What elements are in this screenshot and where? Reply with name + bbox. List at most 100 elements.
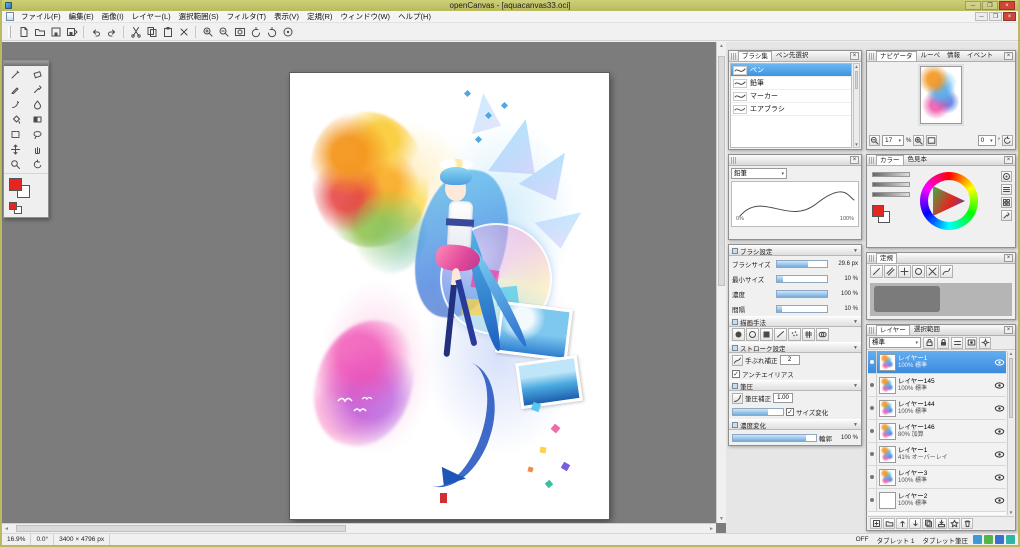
- color-wheel-mode-button[interactable]: [1001, 171, 1012, 182]
- method-hard-round-button[interactable]: [732, 328, 745, 341]
- section-drawing-method[interactable]: 描画手法 ▼: [729, 316, 861, 327]
- section-brush-settings[interactable]: ブラシ設定 ▼: [729, 245, 861, 256]
- document-icon[interactable]: [6, 12, 14, 21]
- layer-pen-cell[interactable]: [868, 466, 877, 488]
- density-slider[interactable]: [732, 434, 817, 442]
- pressure-curve-button[interactable]: [732, 393, 743, 404]
- menu-layer[interactable]: レイヤー(L): [128, 11, 175, 23]
- hand-tool[interactable]: [26, 142, 48, 157]
- zoom-out-button[interactable]: [216, 24, 231, 39]
- layer-thumbnail[interactable]: [879, 446, 896, 463]
- layer-pen-cell[interactable]: [868, 420, 877, 442]
- delete-button[interactable]: [176, 24, 191, 39]
- ruler-parallel-button[interactable]: [884, 265, 897, 278]
- scroll-left-icon[interactable]: ◄: [4, 526, 9, 532]
- mdi-minimize-button[interactable]: ─: [975, 12, 988, 21]
- tab-info[interactable]: 情報: [944, 51, 963, 61]
- brush-tool[interactable]: [4, 97, 26, 112]
- rotate-left-button[interactable]: [248, 24, 263, 39]
- clipping-button[interactable]: [951, 337, 963, 349]
- layer-row[interactable]: レイヤー3 100% 標準: [868, 466, 1006, 489]
- pen-tool[interactable]: [4, 67, 26, 82]
- undo-button[interactable]: [88, 24, 103, 39]
- ruler-circle-button[interactable]: [912, 265, 925, 278]
- menu-window[interactable]: ウィンドウ(W): [336, 11, 394, 23]
- layer-mask-button[interactable]: [965, 337, 977, 349]
- panel-header[interactable]: ナビゲータ ルーペ 情報 イベント ×: [867, 51, 1015, 62]
- brush-item[interactable]: 鉛筆: [731, 77, 851, 90]
- pressure-correction-value-box[interactable]: 1.00: [773, 393, 793, 403]
- tab-loupe[interactable]: ルーペ: [918, 51, 944, 61]
- tab-pen-tip[interactable]: ペン先選択: [773, 51, 812, 61]
- layer-row[interactable]: レイヤー145 100% 標準: [868, 374, 1006, 397]
- zoom-tool[interactable]: [4, 157, 26, 172]
- layer-thumbnail[interactable]: [879, 400, 896, 417]
- panel-close-button[interactable]: ×: [1004, 326, 1013, 334]
- scroll-thumb[interactable]: [1009, 358, 1013, 418]
- section-density-variation[interactable]: 濃度変化 ▼: [729, 419, 861, 430]
- layer-row[interactable]: レイヤー146 80% 加算: [868, 420, 1006, 443]
- move-layer-down-button[interactable]: [909, 518, 921, 529]
- panel-header[interactable]: レイヤー 選択範囲 ×: [867, 325, 1015, 336]
- canvas-vertical-scrollbar[interactable]: ▲ ▼: [716, 42, 726, 523]
- scroll-right-icon[interactable]: ►: [709, 526, 714, 532]
- layer-pen-cell[interactable]: [868, 397, 877, 419]
- brush-list-scrollbar[interactable]: ▲ ▼: [853, 63, 860, 148]
- layer-thumbnail[interactable]: [879, 354, 896, 371]
- tab-brush-list[interactable]: ブラシ集: [738, 51, 772, 61]
- layer-eye-icon[interactable]: [993, 496, 1006, 505]
- layer-eye-icon[interactable]: [993, 381, 1006, 390]
- nav-zoom-out-button[interactable]: [869, 135, 880, 146]
- lock-layer-button[interactable]: [937, 337, 949, 349]
- layer-pen-cell[interactable]: [868, 489, 877, 511]
- color-slider-mode-button[interactable]: [1001, 184, 1012, 195]
- layer-settings-button[interactable]: [979, 337, 991, 349]
- method-texture-button[interactable]: [802, 328, 815, 341]
- layer-eye-icon[interactable]: [993, 473, 1006, 482]
- duplicate-layer-button[interactable]: [922, 518, 934, 529]
- method-soft-round-button[interactable]: [746, 328, 759, 341]
- minimize-button[interactable]: ─: [965, 1, 981, 10]
- foreground-color-swatch[interactable]: [9, 178, 22, 191]
- collapse-icon[interactable]: ▼: [853, 383, 858, 389]
- titlebar[interactable]: openCanvas - [aquacanvas33.oci] ─ ❐ ×: [2, 0, 1018, 11]
- stabilizer-value-box[interactable]: 2: [780, 355, 800, 365]
- layer-row[interactable]: レイヤー144 100% 標準: [868, 397, 1006, 420]
- ruler-line-button[interactable]: [870, 265, 883, 278]
- opacity-slider[interactable]: [776, 290, 828, 298]
- rgb-mini-slider[interactable]: [872, 191, 910, 198]
- nav-angle-value-box[interactable]: 0 ▾: [978, 135, 996, 146]
- menu-edit[interactable]: 編集(E): [65, 11, 98, 23]
- move-tool[interactable]: [4, 142, 26, 157]
- layer-pen-cell[interactable]: [868, 443, 877, 465]
- navigator-thumbnail[interactable]: [920, 66, 962, 124]
- zoom-fit-button[interactable]: [232, 24, 247, 39]
- brush-item[interactable]: ペン: [731, 64, 851, 77]
- canvas-area[interactable]: ▲ ▼ ◄ ►: [2, 42, 726, 533]
- brush-preview-dropdown[interactable]: 鉛筆 ▾: [731, 168, 787, 179]
- color-picker-mode-button[interactable]: [1001, 210, 1012, 221]
- slider-track[interactable]: [872, 182, 910, 187]
- layer-row[interactable]: レイヤー1 41% オーバーレイ: [868, 443, 1006, 466]
- layer-row[interactable]: レイヤー1 100% 標準: [868, 351, 1006, 374]
- layer-thumbnail[interactable]: [879, 377, 896, 394]
- blur-tool[interactable]: [26, 97, 48, 112]
- layer-thumbnail[interactable]: [879, 423, 896, 440]
- select-rect-tool[interactable]: [4, 127, 26, 142]
- tab-layers[interactable]: レイヤー: [876, 325, 910, 335]
- vertical-scroll-thumb[interactable]: [718, 56, 725, 286]
- menu-view[interactable]: 表示(V): [270, 11, 303, 23]
- copy-button[interactable]: [144, 24, 159, 39]
- menu-selection[interactable]: 選択範囲(S): [175, 11, 223, 23]
- canvas[interactable]: [290, 73, 609, 519]
- move-layer-up-button[interactable]: [896, 518, 908, 529]
- scroll-up-icon[interactable]: ▲: [1008, 351, 1014, 356]
- layer-list-scrollbar[interactable]: ▲ ▼: [1007, 351, 1014, 515]
- canvas-horizontal-scrollbar[interactable]: ◄ ►: [2, 523, 716, 533]
- method-flat-button[interactable]: [774, 328, 787, 341]
- mdi-restore-button[interactable]: ❐: [989, 12, 1002, 21]
- new-button[interactable]: [16, 24, 31, 39]
- layer-row[interactable]: レイヤー2 100% 標準: [868, 489, 1006, 512]
- zoom-in-button[interactable]: [200, 24, 215, 39]
- brush-item[interactable]: エアブラシ: [731, 103, 851, 116]
